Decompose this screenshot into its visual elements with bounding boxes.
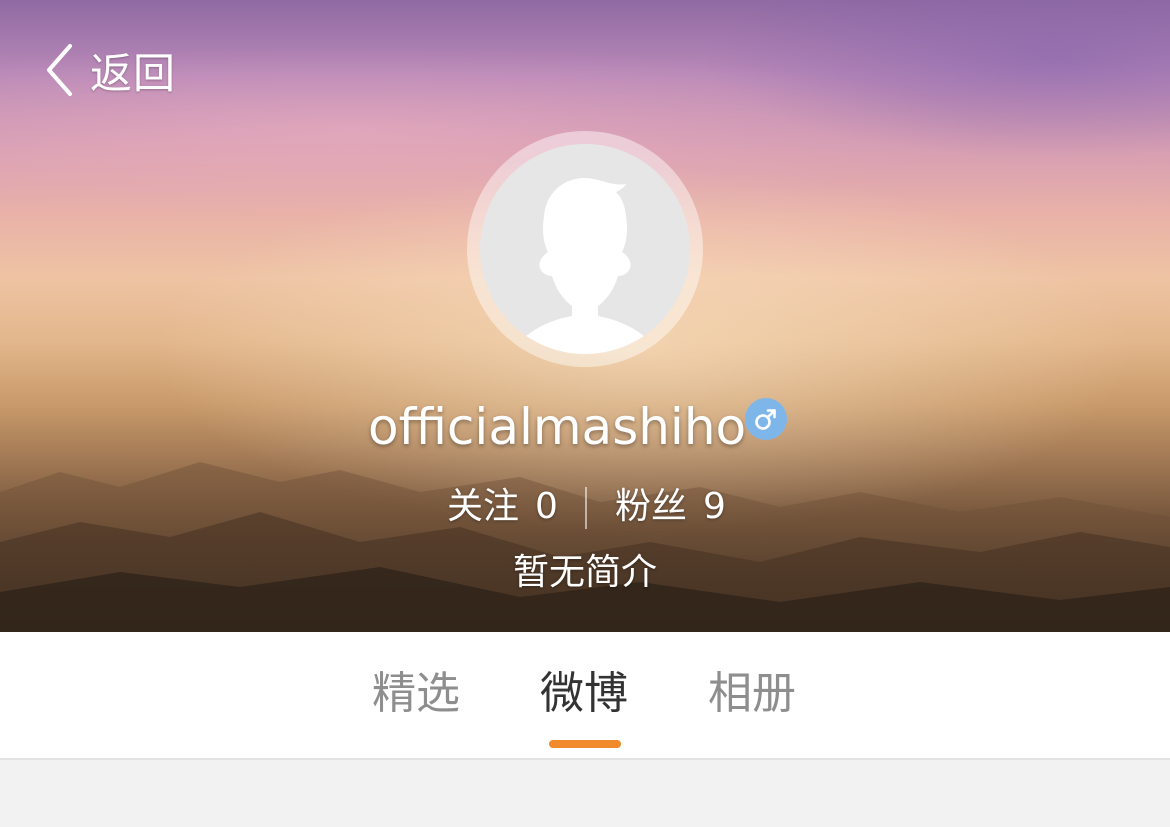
profile-stats: 关注 0 粉丝 9 (0, 482, 1170, 532)
followers-stat[interactable]: 粉丝 9 (615, 482, 726, 532)
avatar[interactable] (480, 144, 690, 354)
profile-page: 返回 officialmashiho 关注 0 粉丝 9 暂无简介 精选 微博 … (0, 0, 1170, 827)
followers-count: 9 (703, 486, 726, 527)
back-button[interactable]: 返回 (44, 42, 176, 98)
feed-content-area (0, 760, 1170, 827)
male-icon (755, 409, 776, 430)
tab-weibo[interactable]: 微博 (540, 664, 628, 724)
following-stat[interactable]: 关注 0 (447, 482, 558, 532)
profile-bio: 暂无简介 (512, 552, 657, 593)
following-count: 0 (535, 486, 558, 527)
mountains-silhouette (0, 462, 1170, 632)
following-label: 关注 (447, 486, 520, 527)
followers-label: 粉丝 (615, 486, 688, 527)
stats-divider (585, 487, 587, 529)
profile-tabs: 精选 微博 相册 (0, 632, 1170, 760)
gender-badge (745, 398, 787, 440)
active-tab-indicator (549, 740, 621, 748)
back-label: 返回 (90, 48, 177, 98)
username: officialmashiho (368, 398, 747, 456)
tab-featured[interactable]: 精选 (372, 664, 460, 724)
tab-album[interactable]: 相册 (708, 664, 796, 724)
default-user-icon (518, 178, 652, 354)
chevron-left-icon (47, 44, 72, 96)
profile-header: 返回 officialmashiho 关注 0 粉丝 9 暂无简介 (0, 0, 1170, 632)
